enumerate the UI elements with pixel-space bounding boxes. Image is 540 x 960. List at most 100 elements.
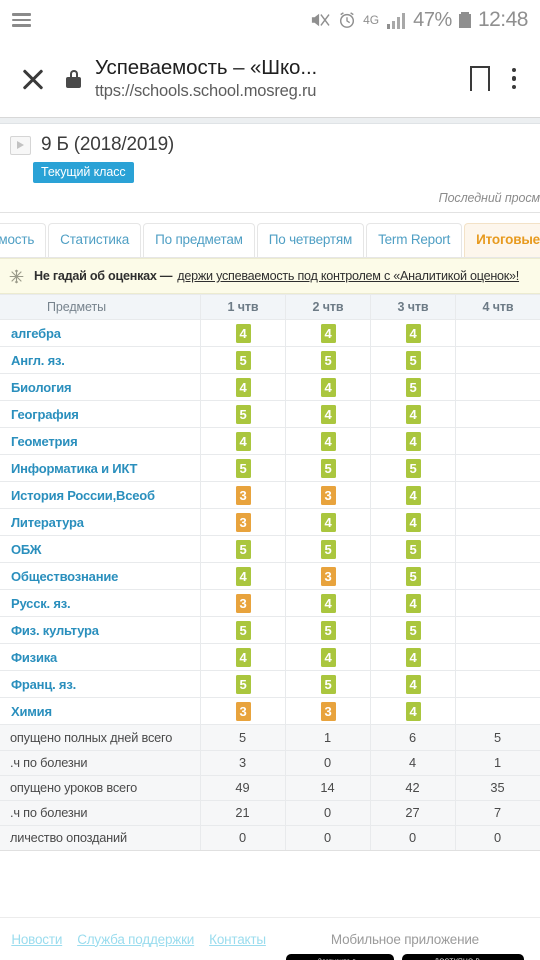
grade-cell-q2[interactable]: 5 (285, 346, 371, 374)
grade-cell-q1[interactable]: 4 (200, 319, 286, 347)
tab-uspevaemost[interactable]: спеваемость (0, 223, 47, 257)
grade-cell-q2[interactable]: 4 (285, 427, 371, 455)
subject-name[interactable]: Физика (0, 643, 201, 671)
page-url: ttps://schools.school.mosreg.ru (95, 81, 317, 100)
grade-badge: 3 (235, 701, 251, 721)
grade-cell-q2[interactable]: 4 (285, 319, 371, 347)
grade-cell-q4[interactable] (455, 319, 540, 347)
tab-term-report[interactable]: Term Report (366, 223, 463, 257)
grade-cell-q1[interactable]: 3 (200, 697, 286, 725)
alarm-clock-icon (338, 11, 356, 29)
bookmark-icon[interactable] (469, 66, 490, 104)
grade-cell-q3[interactable]: 4 (370, 643, 456, 671)
grade-badge: 4 (320, 323, 336, 343)
grade-cell-q1[interactable]: 4 (200, 427, 286, 455)
subject-name[interactable]: ОБЖ (0, 535, 201, 563)
grade-cell-q2[interactable]: 4 (285, 400, 371, 428)
subject-name[interactable]: Информатика и ИКТ (0, 454, 201, 482)
grade-cell-q4[interactable] (455, 670, 540, 698)
grade-cell-q4[interactable] (455, 454, 540, 482)
grade-cell-q1[interactable]: 5 (200, 346, 286, 374)
subject-name[interactable]: Русск. яз. (0, 589, 201, 617)
grade-cell-q3[interactable]: 4 (370, 481, 456, 509)
subject-name[interactable]: Химия (0, 697, 201, 725)
kebab-menu-icon[interactable] (502, 67, 526, 90)
grade-cell-q4[interactable] (455, 481, 540, 509)
grade-cell-q4[interactable] (455, 373, 540, 401)
grade-cell-q1[interactable]: 4 (200, 373, 286, 401)
hamburger-icon[interactable] (12, 13, 31, 27)
grade-cell-q1[interactable]: 5 (200, 454, 286, 482)
footer-link-news[interactable]: Новости (11, 932, 62, 947)
subject-name[interactable]: История России,Всеоб (0, 481, 201, 509)
grade-cell-q3[interactable]: 5 (370, 562, 456, 590)
tab-po-chetvertyam[interactable]: По четвертям (256, 223, 365, 257)
subject-name[interactable]: География (0, 400, 201, 428)
app-store-badge[interactable]: Загрузите в App Store (285, 953, 394, 960)
tab-po-predmetam[interactable]: По предметам (143, 223, 255, 257)
grade-cell-q1[interactable]: 4 (200, 643, 286, 671)
subject-name[interactable]: Обществознание (0, 562, 201, 590)
grades-table-scroll[interactable]: Предметы 1 чтв 2 чтв 3 чтв 4 чтв алгебра… (0, 294, 540, 725)
grade-cell-q2[interactable]: 4 (285, 373, 371, 401)
grade-cell-q2[interactable]: 5 (285, 616, 371, 644)
footer-link-support[interactable]: Служба поддержки (77, 932, 194, 947)
grade-cell-q3[interactable]: 5 (370, 454, 456, 482)
subject-name[interactable]: Биология (0, 373, 201, 401)
grade-cell-q2[interactable]: 3 (285, 481, 371, 509)
grade-cell-q4[interactable] (455, 508, 540, 536)
promo-link[interactable]: держи успеваемость под контролем с «Анал… (177, 269, 519, 283)
grade-cell-q3[interactable]: 5 (370, 373, 456, 401)
grade-cell-q4[interactable] (455, 697, 540, 725)
table-row: История России,Всеоб 3 3 4 (0, 481, 540, 509)
grade-cell-q2[interactable]: 5 (285, 454, 371, 482)
grade-cell-q1[interactable]: 3 (200, 508, 286, 536)
grade-cell-q1[interactable]: 5 (200, 670, 286, 698)
grade-cell-q1[interactable]: 3 (200, 589, 286, 617)
grade-cell-q3[interactable]: 5 (370, 616, 456, 644)
grade-cell-q4[interactable] (455, 616, 540, 644)
grade-cell-q1[interactable]: 5 (200, 535, 286, 563)
grade-cell-q3[interactable]: 4 (370, 400, 456, 428)
grade-cell-q2[interactable]: 3 (285, 562, 371, 590)
grade-cell-q3[interactable]: 4 (370, 508, 456, 536)
grade-cell-q3[interactable]: 5 (370, 535, 456, 563)
subject-name[interactable]: Физ. культура (0, 616, 201, 644)
grade-cell-q1[interactable]: 4 (200, 562, 286, 590)
grade-cell-q2[interactable]: 4 (285, 589, 371, 617)
tab-statistika[interactable]: Статистика (48, 223, 142, 257)
grade-cell-q2[interactable]: 5 (285, 535, 371, 563)
grade-cell-q3[interactable]: 4 (370, 427, 456, 455)
grade-cell-q4[interactable] (455, 589, 540, 617)
grade-cell-q2[interactable]: 3 (285, 697, 371, 725)
grade-cell-q1[interactable]: 3 (200, 481, 286, 509)
grade-badge: 5 (405, 566, 421, 586)
subject-name[interactable]: Франц. яз. (0, 670, 201, 698)
subject-name[interactable]: Англ. яз. (0, 346, 201, 374)
subject-name[interactable]: Геометрия (0, 427, 201, 455)
grade-cell-q2[interactable]: 5 (285, 670, 371, 698)
grade-cell-q4[interactable] (455, 643, 540, 671)
grade-cell-q3[interactable]: 4 (370, 697, 456, 725)
grade-cell-q1[interactable]: 5 (200, 616, 286, 644)
grade-cell-q4[interactable] (455, 400, 540, 428)
grade-cell-q4[interactable] (455, 535, 540, 563)
grade-cell-q4[interactable] (455, 346, 540, 374)
play-triangle-icon[interactable] (10, 135, 31, 155)
grade-cell-q4[interactable] (455, 427, 540, 455)
subject-name[interactable]: алгебра (0, 319, 201, 347)
grade-cell-q4[interactable] (455, 562, 540, 590)
grade-cell-q3[interactable]: 4 (370, 670, 456, 698)
footer-link-contacts[interactable]: Контакты (209, 932, 266, 947)
grade-cell-q3[interactable]: 4 (370, 319, 456, 347)
grade-cell-q2[interactable]: 4 (285, 508, 371, 536)
grade-cell-q1[interactable]: 5 (200, 400, 286, 428)
grade-cell-q3[interactable]: 4 (370, 589, 456, 617)
tab-itogovye[interactable]: Итоговые (464, 223, 540, 257)
google-play-badge[interactable]: ДОСТУПНО В Google Play (401, 953, 524, 960)
subject-name[interactable]: Литература (0, 508, 201, 536)
close-icon[interactable] (18, 64, 48, 94)
grade-cell-q2[interactable]: 4 (285, 643, 371, 671)
grade-cell-q3[interactable]: 5 (370, 346, 456, 374)
address-bar[interactable]: Успеваемость – «Шко... ttps://schools.sc… (95, 56, 454, 102)
